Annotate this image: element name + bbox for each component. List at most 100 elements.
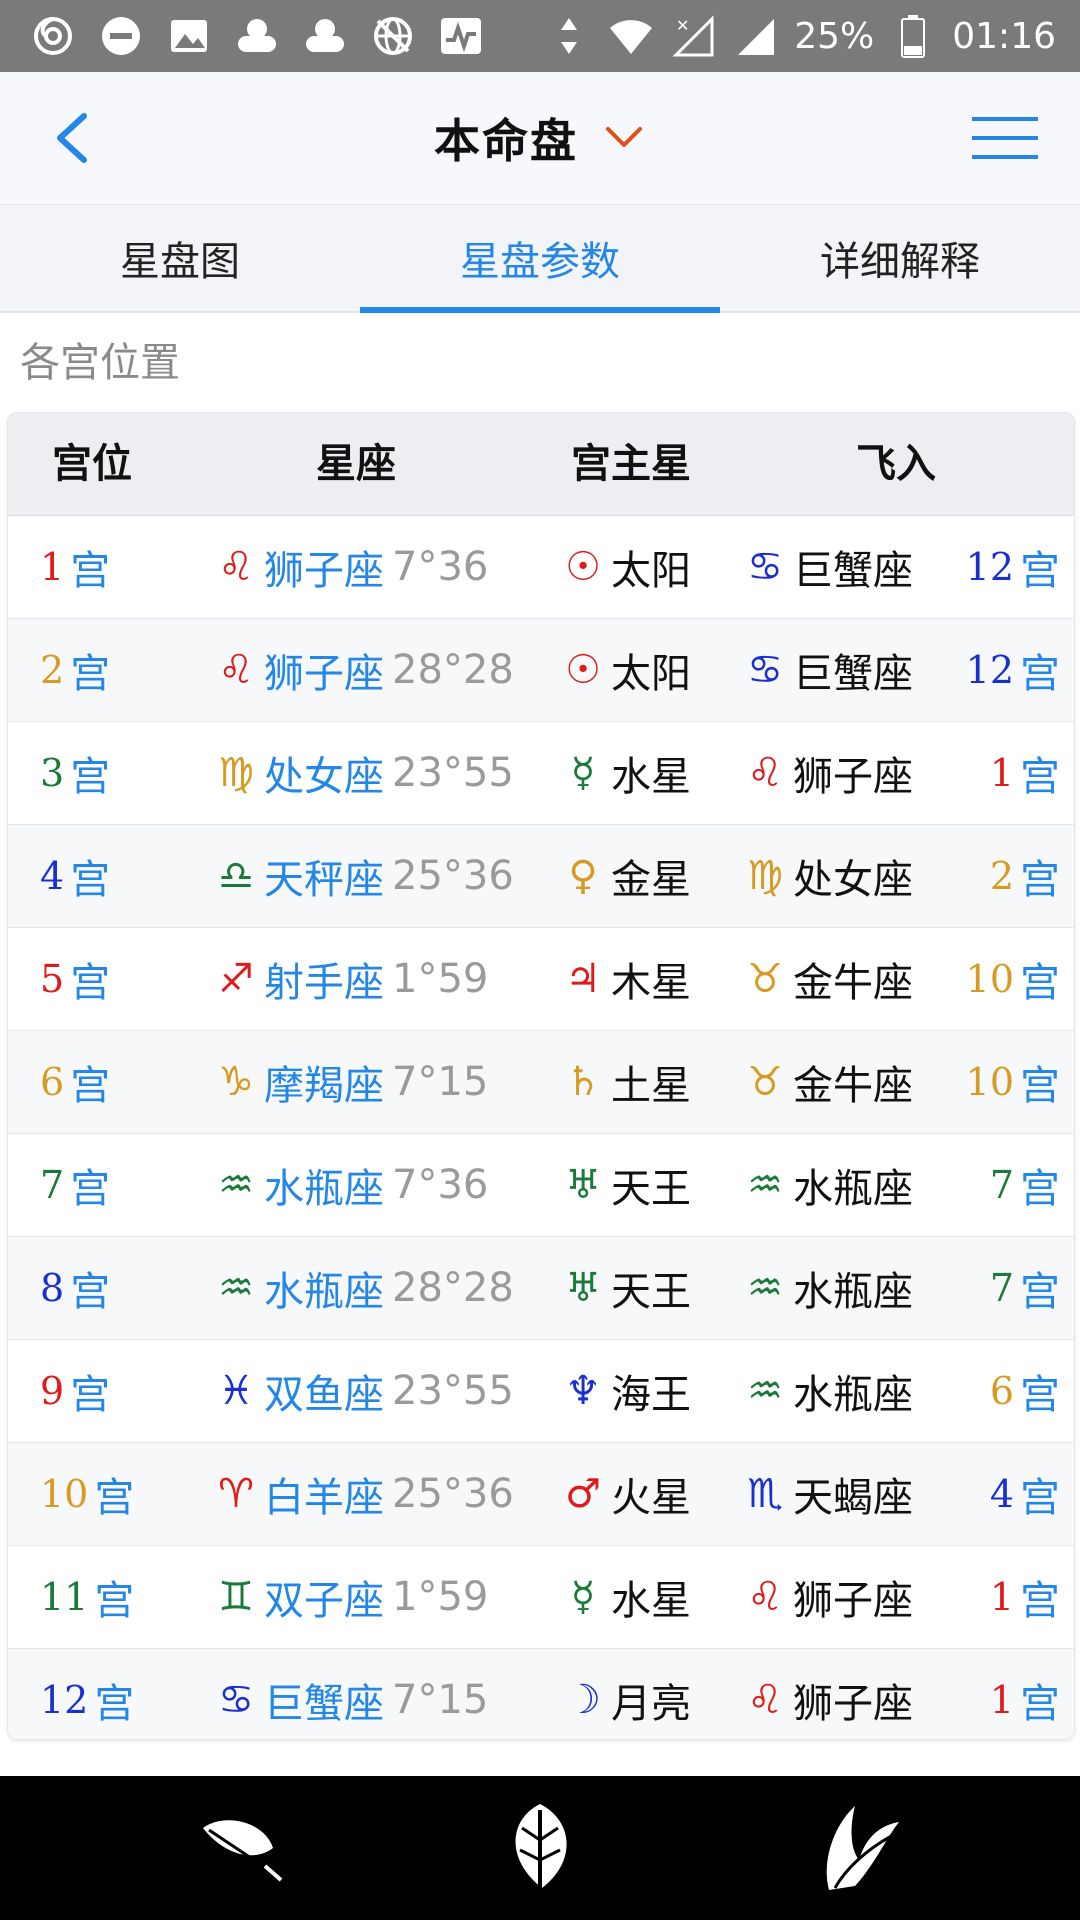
house-suffix: 宫	[70, 754, 111, 800]
planet-icon: ☿	[570, 750, 596, 796]
table-row[interactable]: 7 宫 ♒ 水瓶座 7°36 ♅ 天王 ♒ 水瓶座 7 宫	[8, 1134, 1074, 1237]
house-number: 12	[40, 1678, 89, 1722]
fly-sign-cell: ♏ 天蝎座	[743, 1443, 913, 1545]
page-title: 本命盘	[434, 114, 578, 168]
table-body: 1 宫 ♌ 狮子座 7°36 ☉ 太阳 ♋ 巨蟹座 12 宫 2 宫 ♌ 狮子座 28°28 ☉ 太阳 ♋ 巨蟹座 12…	[8, 516, 1074, 1739]
house-suffix: 宫	[70, 857, 111, 903]
tab-chart[interactable]: 星盘图	[0, 205, 360, 311]
app-bar: 本命盘	[0, 72, 1080, 205]
title-dropdown-button[interactable]: 本命盘	[0, 96, 1080, 180]
planet-icon: ♄	[565, 1059, 601, 1105]
table-row[interactable]: 11 宫 ♊ 双子座 1°59 ☿ 水星 ♌ 狮子座 1 宫	[8, 1546, 1074, 1649]
table-row[interactable]: 2 宫 ♌ 狮子座 28°28 ☉ 太阳 ♋ 巨蟹座 12 宫	[8, 619, 1074, 722]
sign-degree: 23°55	[392, 1368, 514, 1414]
palm-leaf-icon	[826, 1806, 899, 1890]
header-flies-into: 飞入	[856, 441, 936, 487]
planet-icon: ♀	[568, 853, 598, 899]
table-row[interactable]: 8 宫 ♒ 水瓶座 28°28 ♅ 天王 ♒ 水瓶座 7 宫	[8, 1237, 1074, 1340]
ruler-name: 海王	[611, 1372, 691, 1418]
nav-feather-leaf-button[interactable]	[190, 1796, 290, 1900]
zodiac-sign-icon: ♍	[747, 853, 783, 899]
house-suffix: 宫	[1020, 1063, 1060, 1109]
table-row[interactable]: 10 宫 ♈ 白羊座 25°36 ♂ 火星 ♏ 天蝎座 4 宫	[8, 1443, 1074, 1546]
fly-house-cell: 1宫	[990, 722, 1060, 824]
table-row[interactable]: 3 宫 ♍ 处女座 23°55 ☿ 水星 ♌ 狮子座 1 宫	[8, 722, 1074, 825]
fly-house-number: 4	[989, 1472, 1014, 1516]
sign-degree: 28°28	[392, 1265, 514, 1311]
fly-sign-name: 金牛座	[793, 1063, 913, 1109]
table-row[interactable]: 6 宫 ♑ 摩羯座 7°15 ♄ 土星 ♉ 金牛座 10 宫	[8, 1031, 1074, 1134]
fly-sign-cell: ♋ 巨蟹座	[743, 619, 913, 721]
house-suffix: 宫	[94, 1475, 135, 1521]
fly-sign-cell: ♒ 水瓶座	[743, 1237, 913, 1339]
house-suffix: 宫	[70, 1269, 111, 1315]
house-number: 7	[40, 1163, 65, 1207]
house-number: 2	[40, 648, 65, 692]
house-cell: 9宫	[40, 1340, 110, 1442]
sign-name: 水瓶座	[264, 1269, 384, 1315]
house-suffix: 宫	[94, 1578, 135, 1624]
sign-degree: 1°59	[392, 956, 489, 1002]
zodiac-sign-icon: ♌	[218, 544, 254, 590]
ruler-cell: ☽ 月亮	[561, 1649, 691, 1739]
planet-icon: ☉	[565, 544, 601, 590]
table-row[interactable]: 9 宫 ♓ 双鱼座 23°55 ♆ 海王 ♒ 水瓶座 6 宫	[8, 1340, 1074, 1443]
ruler-name: 天王	[611, 1166, 691, 1212]
signal-none-icon: ✕	[670, 13, 716, 59]
ruler-cell: ♃ 木星	[561, 928, 691, 1030]
zodiac-sign-icon: ♏	[747, 1471, 783, 1517]
fly-house-cell: 2宫	[990, 825, 1060, 927]
house-suffix: 宫	[70, 651, 111, 697]
zodiac-sign-icon: ♎	[218, 853, 254, 899]
sign-name: 射手座	[264, 960, 384, 1006]
svg-text:✕: ✕	[676, 16, 689, 35]
ruler-cell: ♅ 天王	[561, 1237, 691, 1339]
header-sign: 星座	[316, 441, 396, 487]
house-positions-table: 宫位 星座 宫主星 飞入 1 宫 ♌ 狮子座 7°36 ☉ 太阳 ♋ 巨蟹座 12 宫 2 宫 ♌ 狮子座 2…	[7, 412, 1075, 1740]
ruler-name: 太阳	[611, 651, 691, 697]
ruler-name: 水星	[611, 1578, 691, 1624]
house-suffix: 宫	[70, 1063, 111, 1109]
house-cell: 11 宫	[40, 1546, 134, 1648]
fly-house-number: 1	[989, 1678, 1014, 1722]
house-suffix: 宫	[1020, 548, 1060, 594]
sign-name: 水瓶座	[264, 1166, 384, 1212]
house-cell: 6宫	[40, 1031, 110, 1133]
ruler-cell: ♂ 火星	[561, 1443, 691, 1545]
sign-name: 狮子座	[264, 651, 384, 697]
table-header: 宫位 星座 宫主星 飞入	[8, 413, 1074, 516]
fly-house-cell: 12 宫	[966, 619, 1060, 721]
fly-sign-cell: ♉ 金牛座	[743, 1031, 913, 1133]
house-number: 3	[40, 751, 65, 795]
tab-parameters[interactable]: 星盘参数	[360, 205, 720, 313]
tab-explanation[interactable]: 详细解释	[720, 205, 1080, 311]
fly-sign-name: 巨蟹座	[793, 548, 913, 594]
sign-cell: ♑ 摩羯座 7°15	[214, 1031, 488, 1133]
nav-palm-leaf-button[interactable]	[810, 1796, 910, 1900]
house-suffix: 宫	[1020, 651, 1060, 697]
fly-house-number: 6	[989, 1369, 1014, 1413]
house-number: 4	[40, 854, 65, 898]
sign-name: 天秤座	[264, 857, 384, 903]
sign-degree: 7°15	[392, 1677, 489, 1723]
minus-circle-icon	[98, 13, 144, 59]
zodiac-sign-icon: ♐	[218, 956, 254, 1002]
ruler-cell: ☿ 水星	[561, 722, 691, 824]
fly-sign-name: 处女座	[793, 857, 913, 903]
fly-house-cell: 10 宫	[966, 1031, 1060, 1133]
planet-icon: ☿	[570, 1574, 596, 1620]
house-suffix: 宫	[1020, 857, 1060, 903]
ruler-cell: ♆ 海王	[561, 1340, 691, 1442]
table-row[interactable]: 1 宫 ♌ 狮子座 7°36 ☉ 太阳 ♋ 巨蟹座 12 宫	[8, 516, 1074, 619]
ruler-name: 太阳	[611, 548, 691, 594]
nav-leaf-button[interactable]	[490, 1796, 590, 1900]
menu-button[interactable]	[960, 106, 1050, 170]
table-row[interactable]: 5 宫 ♐ 射手座 1°59 ♃ 木星 ♉ 金牛座 10 宫	[8, 928, 1074, 1031]
fly-house-number: 1	[989, 751, 1014, 795]
house-suffix: 宫	[70, 1372, 111, 1418]
table-row[interactable]: 12 宫 ♋ 巨蟹座 7°15 ☽ 月亮 ♌ 狮子座 1 宫	[8, 1649, 1074, 1739]
fly-sign-name: 狮子座	[793, 1578, 913, 1624]
sign-name: 处女座	[264, 754, 384, 800]
table-row[interactable]: 4 宫 ♎ 天秤座 25°36 ♀ 金星 ♍ 处女座 2 宫	[8, 825, 1074, 928]
data-arrows-icon	[546, 13, 592, 59]
